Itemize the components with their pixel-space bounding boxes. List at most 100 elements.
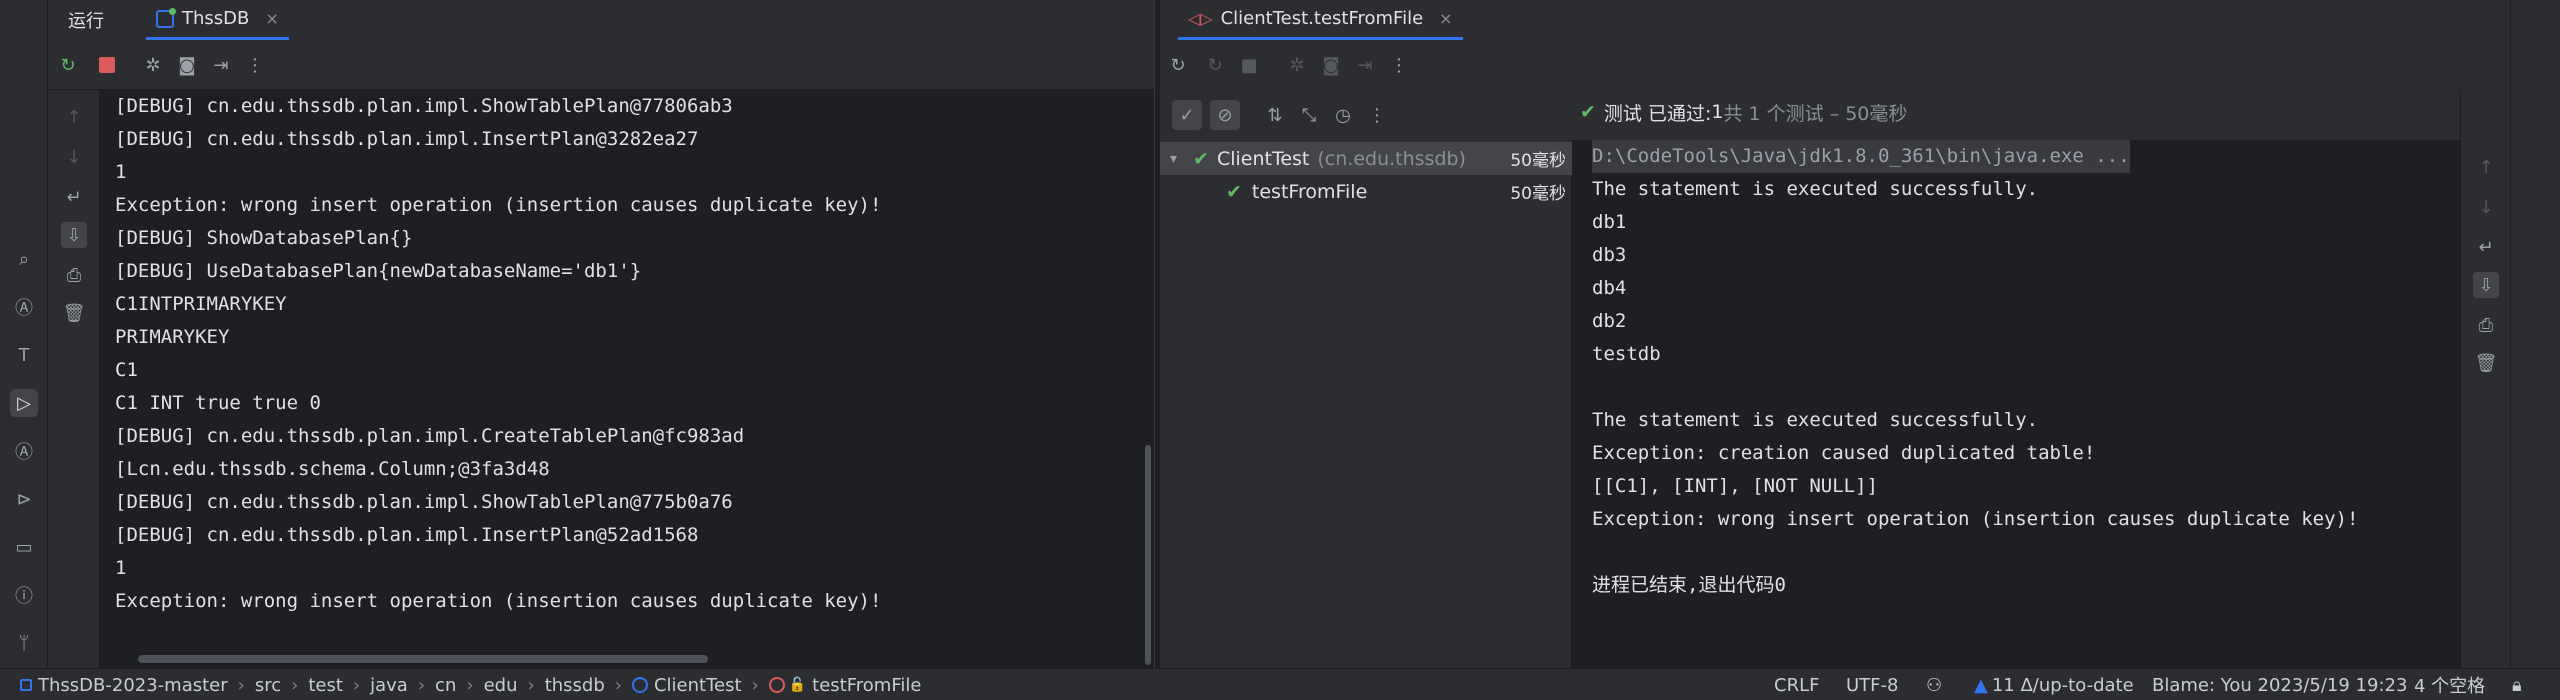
rerun-failed-icon[interactable]: ↻ <box>1202 52 1228 78</box>
collapse-icon[interactable]: ⤡ <box>1296 102 1322 128</box>
status-summary: 共 1 个测试 – 50毫秒 <box>1723 102 1908 125</box>
console-line: [DEBUG] cn.edu.thssdb.plan.impl.CreateTa… <box>115 425 745 447</box>
tree-node-package: (cn.edu.thssdb) <box>1317 147 1466 170</box>
close-icon[interactable]: × <box>265 9 278 28</box>
copilot-icon[interactable]: ⚇ <box>1926 669 1942 700</box>
console-line: Exception: wrong insert operation (inser… <box>115 590 882 612</box>
camera-icon[interactable]: ◙ <box>174 52 200 78</box>
line-ending[interactable]: CRLF <box>1774 669 1819 700</box>
console-line: [DEBUG] UseDatabasePlan{newDatabaseName=… <box>115 260 642 282</box>
down-icon[interactable]: ↓ <box>61 144 87 170</box>
vertical-scroll-thumb[interactable] <box>1145 445 1151 665</box>
soft-wrap-icon[interactable]: ↵ <box>2473 234 2499 260</box>
console-line: [Lcn.edu.thssdb.schema.Column;@3fa3d48 <box>115 458 550 480</box>
breadcrumb-test[interactable]: test <box>308 675 343 696</box>
breadcrumb-src[interactable]: src <box>255 675 281 696</box>
camera-icon[interactable]: ◙ <box>1318 52 1344 78</box>
blame-info[interactable]: Blame: You 2023/5/19 19:23 <box>2152 669 2407 700</box>
console-line: Exception: wrong insert operation (inser… <box>1592 508 2359 530</box>
vcs-status-label: 11 Δ/up-to-date <box>1991 674 2134 696</box>
problems-icon[interactable]: ⓘ <box>10 581 38 609</box>
more-icon[interactable]: ⋮ <box>242 52 268 78</box>
breadcrumb-edu[interactable]: edu <box>484 675 518 696</box>
console-line: Exception: wrong insert operation (inser… <box>115 194 882 216</box>
application-icon <box>156 7 176 28</box>
print-icon[interactable]: ⎙ <box>2473 312 2499 338</box>
file-encoding[interactable]: UTF-8 <box>1846 669 1898 700</box>
up-icon[interactable]: ↑ <box>2473 154 2499 180</box>
console-line: [DEBUG] ShowDatabasePlan{} <box>115 227 413 249</box>
search-icon[interactable]: ⌕ <box>10 245 38 273</box>
chevron-down-icon[interactable]: ▾ <box>1170 151 1177 167</box>
passed-check-icon: ✔ <box>1580 101 1596 123</box>
lock-icon[interactable]: 🔒︎ <box>2512 669 2522 700</box>
more-icon[interactable]: ⋮ <box>1386 52 1412 78</box>
tree-node-duration: 50毫秒 <box>1510 184 1566 204</box>
right-tool-strip <box>2510 0 2560 668</box>
exit-icon[interactable]: ⇥ <box>208 52 234 78</box>
ai-assistant-icon[interactable]: Ⓐ <box>10 293 38 321</box>
console-line: db3 <box>1592 244 1627 266</box>
soft-wrap-icon[interactable]: ↵ <box>61 184 87 210</box>
breadcrumb-class[interactable]: ClientTest <box>654 675 742 696</box>
tree-node-testfromfile[interactable]: ✔ testFromFile 50毫秒 <box>1160 175 1572 208</box>
run-panel-header: 运行 ThssDB × <box>48 0 1154 40</box>
horizontal-scroll-thumb[interactable] <box>138 655 708 663</box>
build-icon[interactable]: T <box>10 341 38 369</box>
rerun-icon[interactable]: ↻ <box>55 52 81 78</box>
close-icon[interactable]: × <box>1439 9 1452 28</box>
exit-icon[interactable]: ⇥ <box>1352 52 1378 78</box>
tab-clienttest-label: ClientTest.testFromFile <box>1220 8 1424 29</box>
console-line: [DEBUG] cn.edu.thssdb.plan.impl.ShowTabl… <box>115 491 733 513</box>
tab-thssdb-label: ThssDB <box>182 8 250 29</box>
method-icon <box>768 677 785 693</box>
trash-icon[interactable]: 🗑 <box>2473 350 2499 376</box>
run-console-output[interactable]: [DEBUG] cn.edu.thssdb.plan.impl.ShowTabl… <box>100 90 1142 668</box>
down-icon[interactable]: ↓ <box>2473 194 2499 220</box>
scroll-to-end-icon[interactable]: ⇩ <box>2473 272 2499 298</box>
breadcrumb-thssdb[interactable]: thssdb <box>545 675 605 696</box>
class-icon <box>631 677 648 693</box>
breadcrumb-method[interactable]: testFromFile <box>812 675 921 696</box>
services-icon[interactable]: ⊳ <box>10 485 38 513</box>
indent-setting[interactable]: 4 个空格 <box>2414 669 2485 700</box>
print-icon[interactable]: ⎙ <box>61 262 87 288</box>
console-line: The statement is executed successfully. <box>1592 409 2039 431</box>
run-title-label: 运行 <box>68 11 104 32</box>
up-icon[interactable]: ↑ <box>61 104 87 130</box>
terminal-icon[interactable]: ▭ <box>10 533 38 561</box>
trash-icon[interactable]: 🗑 <box>61 300 87 326</box>
vertical-scrollbar[interactable] <box>1142 90 1154 668</box>
run-icon[interactable]: ▷ <box>10 389 38 417</box>
test-config-icon: ◁▷ <box>1188 9 1213 28</box>
stop-icon[interactable]: ■ <box>1236 52 1262 78</box>
tab-thssdb[interactable]: ThssDB × <box>146 0 289 40</box>
test-console-output[interactable]: D:\CodeTools\Java\jdk1.8.0_361\bin\java.… <box>1572 140 2460 668</box>
stop-button[interactable] <box>94 52 120 78</box>
scroll-to-end-icon[interactable]: ⇩ <box>61 222 87 248</box>
breadcrumb-project[interactable]: ThssDB-2023-master <box>38 675 228 696</box>
status-count: 1 <box>1711 101 1724 123</box>
more-icon[interactable]: ⋮ <box>1364 102 1390 128</box>
debug-icon[interactable]: ✲ <box>1284 52 1310 78</box>
show-ignored-icon[interactable]: ⊘ <box>1210 100 1240 130</box>
show-passed-icon[interactable]: ✓ <box>1172 100 1202 130</box>
breadcrumb-java[interactable]: java <box>370 675 408 696</box>
git-icon[interactable]: ᛘ <box>10 629 38 657</box>
console-line: 1 <box>115 161 127 183</box>
lock-icon: 🔓 <box>788 677 807 693</box>
debug-icon[interactable]: ✲ <box>140 52 166 78</box>
console-line: db2 <box>1592 310 1627 332</box>
console-line: C1INTPRIMARYKEY <box>115 293 287 315</box>
command-line: D:\CodeTools\Java\jdk1.8.0_361\bin\java.… <box>1592 140 2130 173</box>
vcs-status[interactable]: ▲ 11 Δ/up-to-date <box>1974 669 2134 700</box>
tree-node-clienttest[interactable]: ▾ ✔ ClientTest (cn.edu.thssdb) 50毫秒 <box>1160 142 1572 175</box>
console-line: [[C1], [INT], [NOT NULL]] <box>1592 475 1878 497</box>
breadcrumb-cn[interactable]: cn <box>435 675 456 696</box>
rerun-icon[interactable]: ↻ <box>1165 52 1191 78</box>
sort-icon[interactable]: ⇅ <box>1262 102 1288 128</box>
history-icon[interactable]: ◷ <box>1330 102 1356 128</box>
plugin-icon[interactable]: Ⓐ <box>10 437 38 465</box>
tab-clienttest[interactable]: ◁▷ ClientTest.testFromFile × <box>1178 0 1463 40</box>
